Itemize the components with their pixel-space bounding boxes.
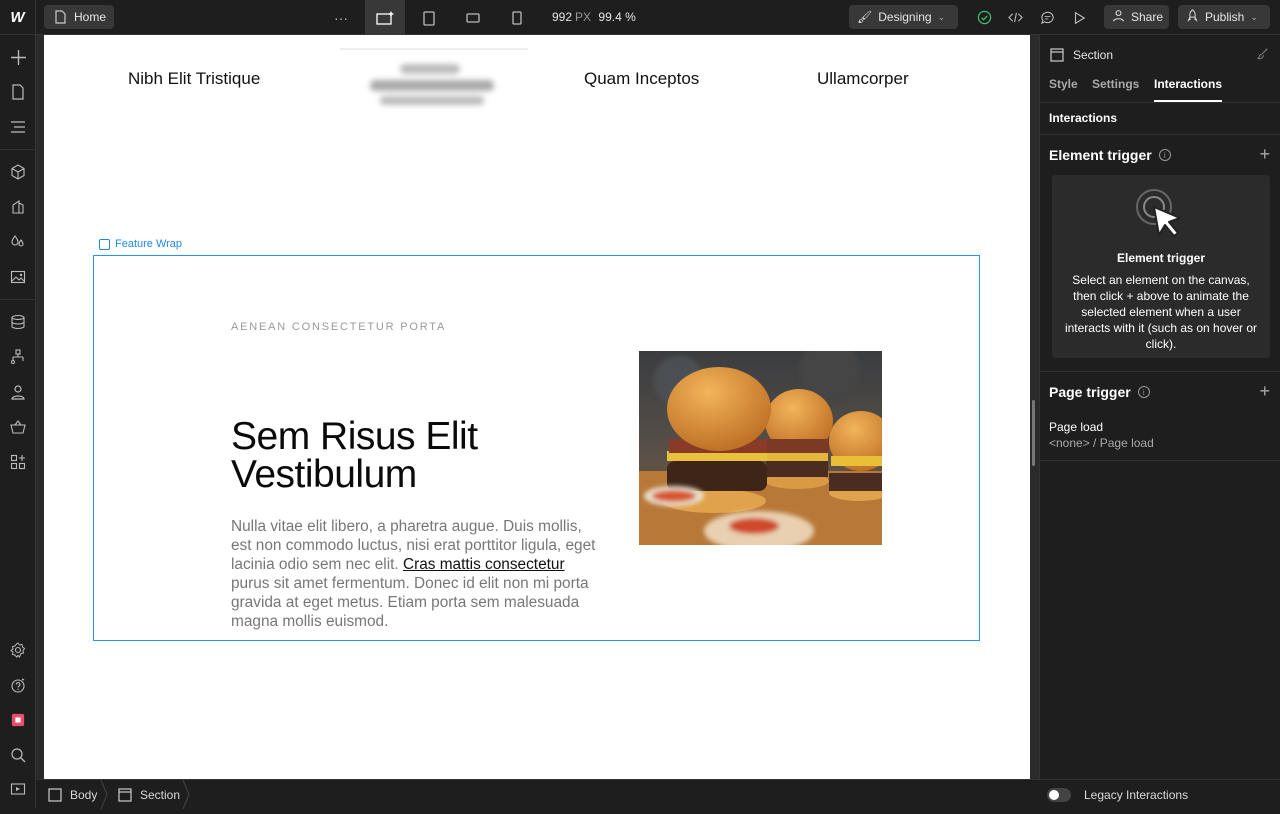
webflow-logo[interactable]: W [0,0,36,35]
info-icon[interactable]: i [1158,149,1171,161]
tab-style[interactable]: Style [1049,77,1078,91]
breadcrumb-separator [182,779,190,810]
variables-drops-icon[interactable] [0,230,36,254]
element-trigger-empty-state: Element trigger Select an element on the… [1052,175,1270,358]
card-title: Element trigger [1116,251,1206,265]
share-button[interactable]: Share [1104,5,1169,29]
components-icon[interactable] [0,160,36,184]
legacy-interactions-label: Legacy Interactions [1084,788,1189,802]
tab-interactions[interactable]: Interactions [1154,77,1223,102]
canvas-width-unit: PX [575,10,592,24]
assets-image-icon[interactable] [0,265,36,289]
element-trigger-heading: Element trigger i [1049,147,1171,163]
element-type-label: Section [1073,48,1114,62]
pages-icon[interactable] [0,80,36,104]
logic-flow-icon[interactable] [0,345,36,369]
mode-label: Designing [878,10,932,24]
brush-icon: 🖌 [857,10,873,24]
canvas-zoom: 99.4 % [598,10,636,24]
page-load-label[interactable]: Page load [1049,420,1103,434]
users-icon[interactable] [0,380,36,404]
breadcrumb-section[interactable]: Section [117,780,180,809]
cursor-click-icon [1134,187,1190,248]
page-trigger-title: Page trigger [1049,384,1131,400]
legacy-interactions-toggle[interactable] [1047,788,1071,802]
breadcrumb-label: Body [70,787,98,802]
navigator-icon[interactable] [0,115,36,139]
selected-element-label[interactable]: Feature Wrap [99,238,182,250]
cms-database-icon[interactable] [0,310,36,334]
breadcrumb-label: Section [140,787,181,802]
element-trigger-title: Element trigger [1049,147,1152,163]
page-trigger-heading: Page trigger i [1049,384,1150,400]
paragraph-text-end: purus sit amet fermentum. Donec id elit … [231,575,589,630]
feature-heading[interactable]: Sem Risus Elit Vestibulum [231,417,591,494]
page-load-value[interactable]: <none> / Page load [1049,436,1154,450]
preview-play-icon[interactable] [1059,0,1099,35]
more-icon[interactable]: ··· [321,0,361,35]
page-icon [52,9,68,25]
top-toolbar: W Home ··· 992 PX 99.4 % 🖌 Designing ⌄ S… [0,0,1280,35]
share-label: Share [1131,10,1164,24]
help-icon[interactable] [0,673,36,697]
publish-label: Publish [1205,10,1245,24]
add-element-trigger-icon[interactable]: + [1259,144,1270,165]
designer-canvas-area: Nibh Elit Tristique Quam Inceptos Ullamc… [36,35,1039,779]
section-element-icon [117,787,133,803]
chevron-down-icon: ⌄ [937,11,946,22]
section-element-icon [1049,47,1065,63]
ecommerce-basket-icon[interactable] [0,415,36,439]
settings-gear-icon[interactable] [0,638,36,662]
chevron-down-icon: ⌄ [1250,11,1258,22]
user-icon [1112,9,1125,25]
panel-tabs: Style Settings Interactions [1040,75,1280,103]
tablet-breakpoint-icon[interactable] [409,0,449,35]
nav-item[interactable]: Nibh Elit Tristique [128,69,260,89]
selected-element-name: Feature Wrap [115,238,183,250]
canvas-width: 992 [552,10,573,24]
rocket-icon [1186,9,1199,25]
interactions-panel: Section Style Settings Interactions Inte… [1039,35,1280,779]
style-selectors-icon[interactable] [0,195,36,219]
paragraph-link[interactable]: Cras mattis consectetur [403,556,565,573]
feature-paragraph[interactable]: Nulla vitae elit libero, a pharetra augu… [231,517,603,631]
canvas-scrollbar[interactable] [1032,400,1035,466]
record-icon[interactable] [0,708,36,732]
element-box-icon [99,238,110,250]
add-page-trigger-icon[interactable]: + [1259,381,1270,402]
canvas-dimensions[interactable]: 992 PX 99.4 % [552,10,636,24]
mobile-portrait-breakpoint-icon[interactable] [497,0,537,35]
breadcrumb-bar: Body Section Legacy Interactions [36,779,1280,810]
card-body: Select an element on the canvas, then cl… [1064,273,1258,351]
brush-settings-icon[interactable] [1256,47,1269,65]
page-canvas[interactable]: Nibh Elit Tristique Quam Inceptos Ullamc… [44,35,1030,779]
info-icon[interactable]: i [1137,386,1150,398]
element-type-header: Section [1049,47,1113,63]
feature-eyebrow[interactable]: AENEAN CONSECTETUR PORTA [231,321,446,333]
apps-icon[interactable] [0,450,36,474]
add-elements-icon[interactable] [0,45,36,69]
body-element-icon [47,787,63,803]
nav-item[interactable]: Ullamcorper [817,69,909,89]
tab-settings[interactable]: Settings [1092,77,1139,91]
left-toolbar [0,35,36,808]
interactions-section-title: Interactions [1049,111,1118,125]
burger-photo[interactable] [639,351,882,545]
page-name: Home [74,10,107,24]
mode-dropdown[interactable]: 🖌 Designing ⌄ [849,5,958,29]
blurred-logo-image [340,48,528,118]
search-icon[interactable] [0,743,36,767]
breadcrumb-separator [100,779,108,810]
nav-item[interactable]: Quam Inceptos [584,69,699,89]
breadcrumb-body[interactable]: Body [47,780,97,809]
mobile-landscape-breakpoint-icon[interactable] [453,0,493,35]
publish-button[interactable]: Publish ⌄ [1178,5,1270,29]
page-selector-button[interactable]: Home [44,5,115,29]
video-tutorials-icon[interactable] [0,777,36,801]
desktop-breakpoint-icon[interactable] [365,0,405,35]
